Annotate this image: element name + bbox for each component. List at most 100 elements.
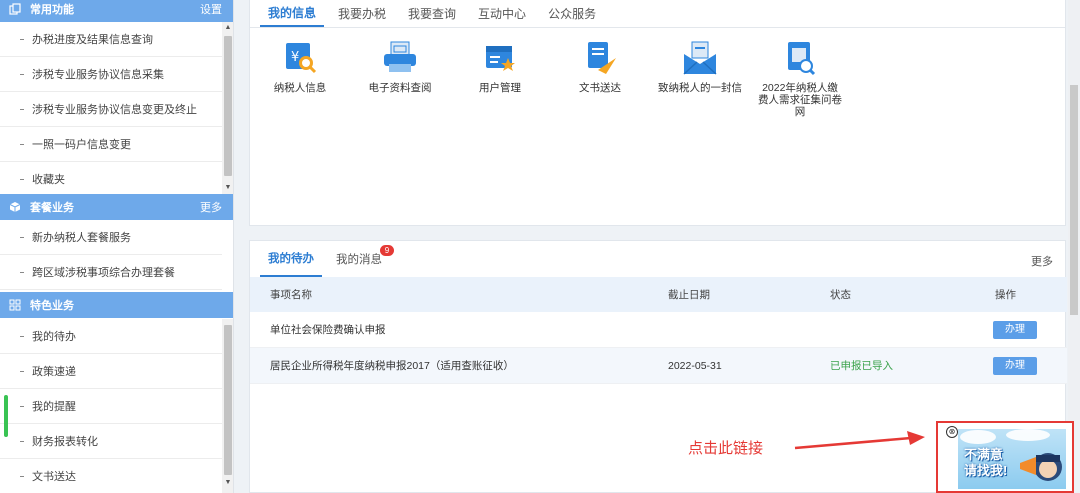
ad-line-2: 请找我!: [964, 463, 1008, 478]
sidebar-item-cross-region[interactable]: 跨区域涉税事项综合办理套餐: [0, 255, 222, 290]
message-count-badge: 9: [380, 245, 394, 256]
section-header-featured[interactable]: 特色业务: [0, 292, 233, 318]
app-document-delivery[interactable]: 文书送达: [550, 40, 650, 94]
sidebar-item-label: 文书送达: [32, 471, 76, 483]
arrow-icon: [794, 431, 925, 450]
row-deadline: 2022-05-31: [668, 359, 722, 372]
tab-interaction[interactable]: 互动中心: [470, 0, 534, 27]
sidebar-item-label: 新办纳税人套餐服务: [32, 232, 131, 244]
taxpayer-info-icon: ¥: [286, 43, 317, 74]
sidebar-item-label: 收藏夹: [32, 174, 65, 186]
paper-plane-icon: [588, 42, 616, 74]
section-title: 常用功能: [30, 4, 74, 16]
annotation-text: 点击此链接: [688, 440, 764, 457]
scroll-down-icon[interactable]: ▼: [222, 182, 233, 194]
column-header-deadline: 截止日期: [668, 289, 710, 301]
sidebar-item-label: 财务报表转化: [32, 436, 98, 448]
app-label: 纳税人信息: [273, 82, 327, 94]
top-tabs: 我的信息 我要办税 我要查询 互动中心 公众服务: [250, 0, 1065, 28]
close-icon[interactable]: ⊗: [946, 426, 958, 438]
sidebar-item-todo[interactable]: 我的待办: [0, 319, 222, 354]
sidebar-scrollbar-1[interactable]: ▲ ▼: [222, 22, 233, 194]
app-label: 用户管理: [479, 82, 521, 94]
envelope-icon: [683, 41, 717, 75]
sidebar-item-documents[interactable]: 文书送达: [0, 459, 222, 493]
section-header-package[interactable]: 套餐业务 更多: [0, 194, 233, 220]
app-grid: ¥ 纳税人信息 电子资料查阅 用户管理 文书送达 致纳税人的一封信 2022年纳…: [250, 40, 1067, 120]
more-link[interactable]: 更多: [200, 199, 222, 215]
scroll-thumb[interactable]: [224, 325, 232, 475]
sidebar-item-favorites[interactable]: 收藏夹: [0, 162, 222, 197]
row-name: 居民企业所得税年度纳税申报2017（适用查账征收）: [270, 360, 514, 372]
svg-text:¥: ¥: [291, 50, 299, 65]
tab-label: 我的消息: [336, 254, 382, 266]
sidebar-item-new-taxpayer[interactable]: 新办纳税人套餐服务: [0, 220, 222, 255]
handle-button[interactable]: 办理: [993, 356, 1037, 375]
sidebar-item-label: 政策速递: [32, 366, 76, 378]
sidebar-item-agreement-collect[interactable]: 涉税专业服务协议信息采集: [0, 57, 222, 92]
sidebar-item-reminders[interactable]: 我的提醒: [0, 389, 222, 424]
feedback-ad[interactable]: ⊗ 不满意 请找我!: [936, 421, 1074, 493]
scroll-thumb[interactable]: [1070, 85, 1078, 315]
ad-line-1: 不满意: [964, 447, 1004, 462]
tab-my-info[interactable]: 我的信息: [260, 0, 325, 27]
settings-link[interactable]: 设置: [200, 1, 222, 17]
table-row: 居民企业所得税年度纳税申报2017（适用查账征收） 2022-05-31 已申报…: [250, 348, 1067, 384]
printer-icon: [384, 41, 416, 72]
todo-tabs: 我的待办 我的消息 9 更多: [250, 241, 1065, 277]
status-indicator: [4, 395, 8, 437]
app-survey[interactable]: 2022年纳税人缴费人需求征集问卷网: [750, 40, 850, 118]
tab-query[interactable]: 我要查询: [400, 0, 464, 27]
tab-public-service[interactable]: 公众服务: [540, 0, 604, 27]
app-label: 电子资料查阅: [368, 82, 432, 94]
grid-icon: [8, 298, 22, 312]
sidebar-item-license-change[interactable]: 一照一码户信息变更: [0, 127, 222, 162]
survey-icon: [788, 42, 816, 76]
handle-button[interactable]: 办理: [993, 320, 1037, 339]
more-link[interactable]: 更多: [1031, 253, 1053, 269]
cube-icon: [8, 200, 22, 214]
sidebar-item-label: 一照一码户信息变更: [32, 139, 131, 151]
tab-tax-handling[interactable]: 我要办税: [330, 0, 394, 27]
row-status: 已申报已导入: [830, 360, 893, 372]
my-info-card: 我的信息 我要办税 我要查询 互动中心 公众服务 ¥ 纳税人信息 电子资料查阅 …: [249, 0, 1066, 226]
sidebar-item-policy[interactable]: 政策速递: [0, 354, 222, 389]
scroll-down-icon[interactable]: ▼: [222, 477, 233, 489]
section-title: 特色业务: [30, 300, 74, 312]
sidebar-item-progress-query[interactable]: 办税进度及结果信息查询: [0, 22, 222, 57]
column-header-name: 事项名称: [270, 289, 312, 301]
section-title: 套餐业务: [30, 202, 74, 214]
app-letter[interactable]: 致纳税人的一封信: [650, 40, 750, 94]
page-scrollbar[interactable]: [1068, 0, 1080, 420]
sidebar-item-label: 涉税专业服务协议信息变更及终止: [32, 104, 197, 116]
user-manage-icon: [486, 46, 515, 71]
ad-banner[interactable]: 不满意 请找我!: [958, 429, 1066, 489]
tab-my-messages[interactable]: 我的消息 9: [328, 241, 394, 277]
column-header-status: 状态: [830, 289, 851, 301]
row-name: 单位社会保险费确认申报: [270, 324, 386, 336]
tab-my-todo[interactable]: 我的待办: [260, 241, 322, 277]
sidebar-item-financial-report[interactable]: 财务报表转化: [0, 424, 222, 459]
app-taxpayer-info[interactable]: ¥ 纳税人信息: [250, 40, 350, 94]
app-user-management[interactable]: 用户管理: [450, 40, 550, 94]
table-row: 单位社会保险费确认申报 办理: [250, 312, 1067, 348]
copy-icon: [8, 2, 22, 16]
sidebar-item-label: 我的待办: [32, 331, 76, 343]
scroll-up-icon[interactable]: ▲: [222, 22, 233, 34]
scroll-thumb[interactable]: [224, 36, 232, 176]
app-label: 文书送达: [579, 82, 621, 94]
sidebar-scrollbar-2[interactable]: ▼: [222, 319, 233, 493]
sidebar-item-label: 涉税专业服务协议信息采集: [32, 69, 164, 81]
section-header-common[interactable]: 常用功能 设置: [0, 0, 233, 22]
sidebar-item-label: 跨区域涉税事项综合办理套餐: [32, 267, 175, 279]
app-label: 致纳税人的一封信: [658, 82, 742, 94]
sidebar-item-label: 我的提醒: [32, 401, 76, 413]
sidebar: 常用功能 设置 办税进度及结果信息查询 涉税专业服务协议信息采集 涉税专业服务协…: [0, 0, 234, 493]
sidebar-item-label: 办税进度及结果信息查询: [32, 34, 153, 46]
sidebar-item-agreement-change[interactable]: 涉税专业服务协议信息变更及终止: [0, 92, 222, 127]
column-header-action: 操作: [995, 289, 1016, 301]
app-electronic-docs[interactable]: 电子资料查阅: [350, 40, 450, 94]
app-label: 2022年纳税人缴费人需求征集问卷网: [758, 82, 842, 118]
ad-text: 不满意 请找我!: [964, 447, 1007, 479]
table-header: 事项名称 截止日期 状态 操作: [250, 277, 1067, 312]
